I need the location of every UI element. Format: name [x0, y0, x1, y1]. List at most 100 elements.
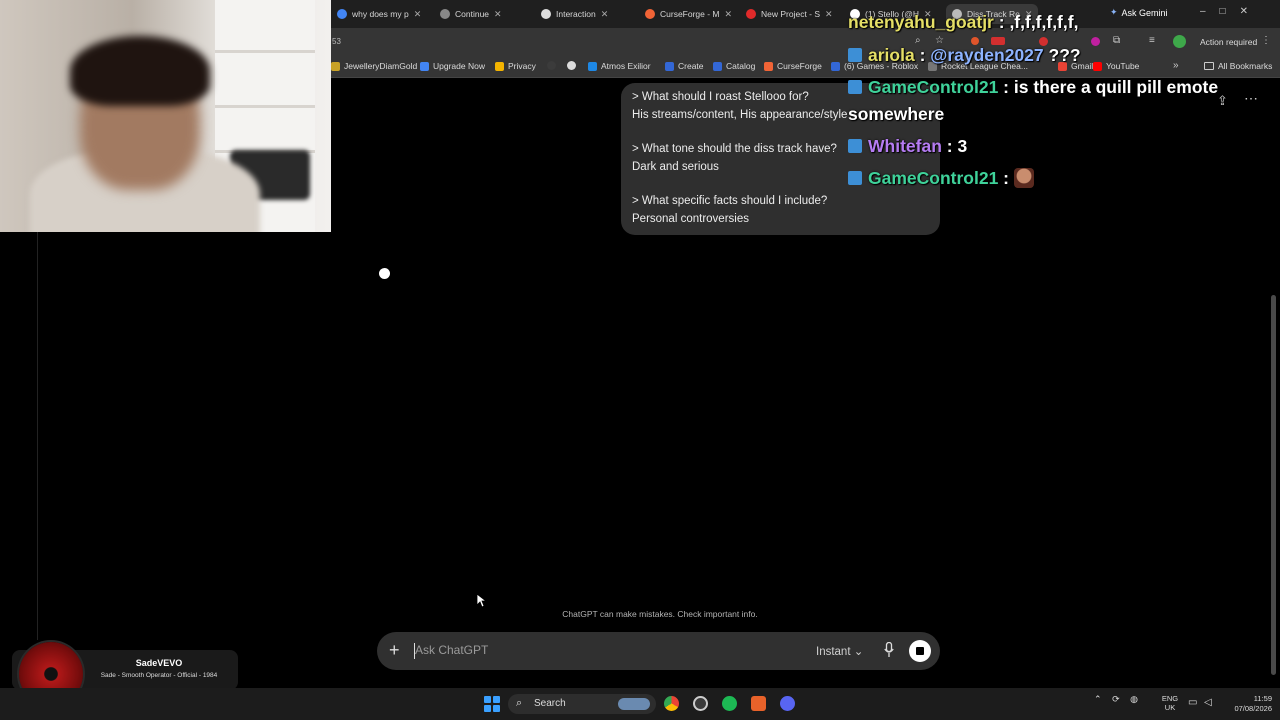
discord-icon[interactable]	[780, 696, 795, 711]
chat-username: GameControl21	[868, 168, 999, 188]
tab-label: why does my p	[352, 9, 409, 19]
volume-icon[interactable]: ◁	[1204, 697, 1212, 708]
browser-tab[interactable]: why does my p ✕	[337, 4, 421, 24]
webcam-overlay	[0, 0, 331, 232]
bookmarks-bar: JewelleryDiamGold Upgrade Now Privacy Atmos…	[331, 56, 1280, 78]
more-options-icon[interactable]: ⋯	[1244, 90, 1259, 107]
bookmark-favicon-icon	[831, 61, 840, 71]
microphone-tray-icon[interactable]: ◍	[1130, 694, 1138, 704]
ask-gemini-button[interactable]: ✦ Ask Gemini	[1110, 7, 1168, 18]
chat-badge-icon	[848, 80, 862, 94]
chat-message: GameControl21 : is there a quill pill em…	[848, 77, 1218, 98]
bookmark-item[interactable]: Create	[665, 61, 704, 71]
taskbar-search[interactable]: ⌕ Search	[508, 694, 656, 714]
bookmark-favicon-icon	[588, 61, 597, 71]
bookmark-favicon-icon	[665, 61, 674, 71]
kebab-menu-icon[interactable]: ⋮	[1261, 35, 1271, 46]
tab-label: Continue	[455, 9, 490, 19]
chat-text: is there a quill pill emote	[1013, 77, 1219, 97]
all-bookmarks-button[interactable]: All Bookmarks	[1204, 61, 1272, 71]
mouse-cursor-icon	[476, 593, 486, 608]
tab-label: Interaction	[556, 9, 596, 19]
extension-icon[interactable]	[971, 37, 979, 45]
tab-close-icon[interactable]: ✕	[601, 9, 609, 20]
search-icon: ⌕	[516, 697, 523, 709]
adblock-icon[interactable]	[991, 37, 1005, 45]
app-icon[interactable]	[693, 696, 708, 711]
chat-badge-icon	[848, 139, 862, 153]
bookmark-favicon-icon	[420, 61, 429, 71]
tab-close-icon[interactable]: ✕	[414, 9, 422, 20]
browser-tab[interactable]: New Project - S ✕	[746, 4, 833, 24]
menu-list-icon[interactable]: ≡	[1149, 35, 1155, 46]
tab-label: CurseForge - M	[660, 9, 720, 19]
chevron-up-icon[interactable]: ⌃	[1094, 694, 1102, 704]
chat-text: 3	[957, 136, 968, 156]
ask-chatgpt-input[interactable]: Ask ChatGPT	[415, 643, 488, 657]
sync-icon[interactable]: ⟳	[1112, 694, 1120, 704]
taskbar-clock[interactable]: 11:59 07/08/2026	[1220, 694, 1272, 714]
stop-icon	[916, 647, 924, 655]
address-bar-fragment[interactable]: 53	[332, 37, 341, 46]
bookmark-item[interactable]: YouTube	[1093, 61, 1139, 71]
share-icon[interactable]: ⇪	[1217, 93, 1228, 109]
system-tray[interactable]: ⌃ ⟳ ◍	[1094, 694, 1138, 705]
scrollbar[interactable]	[1271, 295, 1276, 675]
chat-username: GameControl21	[868, 77, 999, 97]
browser-tab[interactable]: Continue ✕	[440, 4, 502, 24]
bookmark-favicon-icon	[547, 61, 556, 70]
tab-favicon-icon	[541, 9, 551, 19]
chat-text: ,f,f,f,f,f,f,	[1009, 12, 1079, 32]
browser-tab[interactable]: Interaction ✕	[541, 4, 608, 24]
loading-indicator-dot	[379, 268, 390, 279]
bookmark-item[interactable]: CurseForge	[764, 61, 822, 71]
bookmark-item[interactable]: Upgrade Now	[420, 61, 485, 71]
chat-badge-icon	[848, 171, 862, 185]
browser-tab[interactable]: CurseForge - M ✕	[645, 4, 732, 24]
extensions-icon[interactable]: ⧉	[1113, 35, 1120, 46]
chrome-icon[interactable]	[664, 696, 679, 711]
tab-close-icon[interactable]: ✕	[725, 9, 733, 20]
bookmark-icon-only[interactable]	[547, 61, 556, 70]
network-icon[interactable]: ▭	[1188, 697, 1197, 708]
bookmark-item[interactable]: Privacy	[495, 61, 536, 71]
chat-message: Whitefan : 3	[848, 136, 967, 157]
tab-favicon-icon	[746, 9, 756, 19]
bookmark-item[interactable]: JewelleryDiamGold	[331, 61, 417, 71]
answer-text: Personal controversies	[632, 212, 749, 225]
bookmark-favicon-icon	[495, 61, 504, 71]
bookmark-favicon-icon	[567, 61, 576, 70]
sidebar-divider	[37, 232, 38, 640]
microphone-icon[interactable]	[884, 642, 894, 658]
bookmark-icon-only[interactable]	[567, 61, 576, 70]
spotify-icon[interactable]	[722, 696, 737, 711]
chevron-down-icon: ⌄	[853, 646, 864, 658]
tab-close-icon[interactable]: ✕	[825, 9, 833, 20]
folder-icon	[1204, 62, 1214, 70]
stop-generating-button[interactable]	[909, 640, 931, 662]
bookmark-favicon-icon	[764, 61, 773, 71]
curseforge-icon[interactable]	[751, 696, 766, 711]
browser-toolbar: 53 ⌕ ☆ ⧉ ≡ Action required ⋮	[331, 28, 1280, 56]
now-playing-title: Sade - Smooth Operator - Official - 1984	[100, 672, 218, 679]
bookmarks-overflow-icon[interactable]: »	[1173, 60, 1179, 71]
windows-start-icon[interactable]	[484, 696, 500, 712]
tab-favicon-icon	[645, 9, 655, 19]
chat-mention: @rayden2027	[930, 45, 1044, 65]
bookmark-item[interactable]: Atmos Exilior	[588, 61, 651, 71]
model-mode-selector[interactable]: Instant ⌄	[816, 644, 863, 658]
language-indicator[interactable]: ENG UK	[1160, 694, 1180, 712]
gemini-icon: ✦	[1110, 7, 1118, 17]
tab-close-icon[interactable]: ✕	[494, 9, 502, 20]
chat-badge-icon	[848, 48, 862, 62]
window-controls[interactable]: –□✕	[1200, 6, 1262, 17]
profile-avatar[interactable]	[1173, 35, 1186, 48]
chat-emote-icon	[1013, 168, 1034, 188]
attach-plus-icon[interactable]: +	[389, 640, 400, 660]
question-text: > What specific facts should I include?	[632, 195, 828, 207]
extension-icon[interactable]	[1091, 37, 1100, 46]
chat-username: netenyahu_goatjr	[848, 12, 994, 32]
bookmark-item[interactable]: Catalog	[713, 61, 755, 71]
person-hair	[70, 36, 210, 106]
action-required-button[interactable]: Action required	[1200, 37, 1257, 47]
